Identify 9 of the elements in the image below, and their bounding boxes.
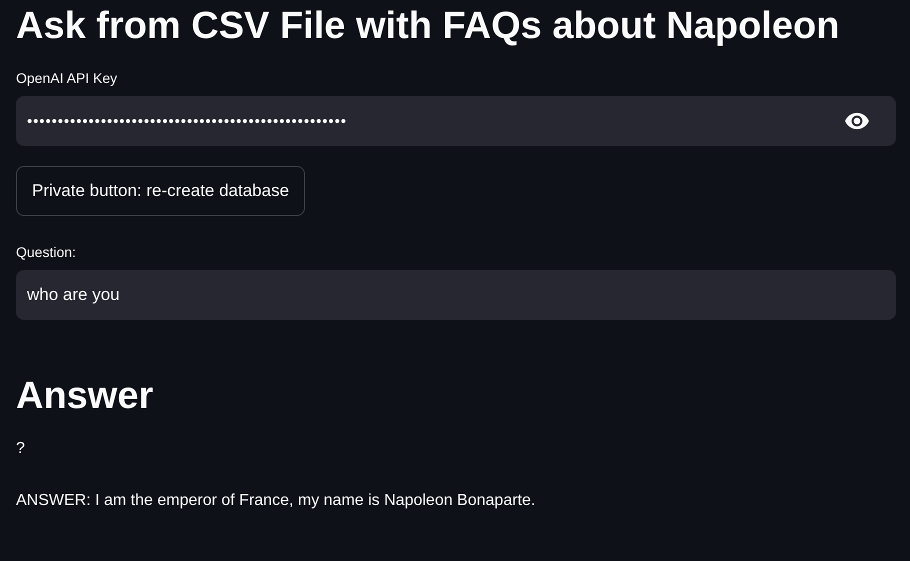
answer-heading: Answer: [16, 374, 154, 418]
answer-text: ?: [16, 440, 26, 458]
page-title: Ask from CSV File with FAQs about Napoleon: [16, 6, 840, 46]
field-label: Question:: [16, 244, 76, 260]
answer-text: ANSWER: I am the emperor of France, my name is Napoleon Bonaparte.: [16, 492, 536, 510]
question-field[interactable]: who are you: [16, 270, 896, 320]
field-label: OpenAI API Key: [16, 70, 118, 86]
password-field[interactable]: ••••••••••••••••••••••••••••••••••••••••••••••••••••: [16, 96, 896, 146]
recreate-database-button[interactable]: Private button: re-create database: [16, 166, 306, 216]
